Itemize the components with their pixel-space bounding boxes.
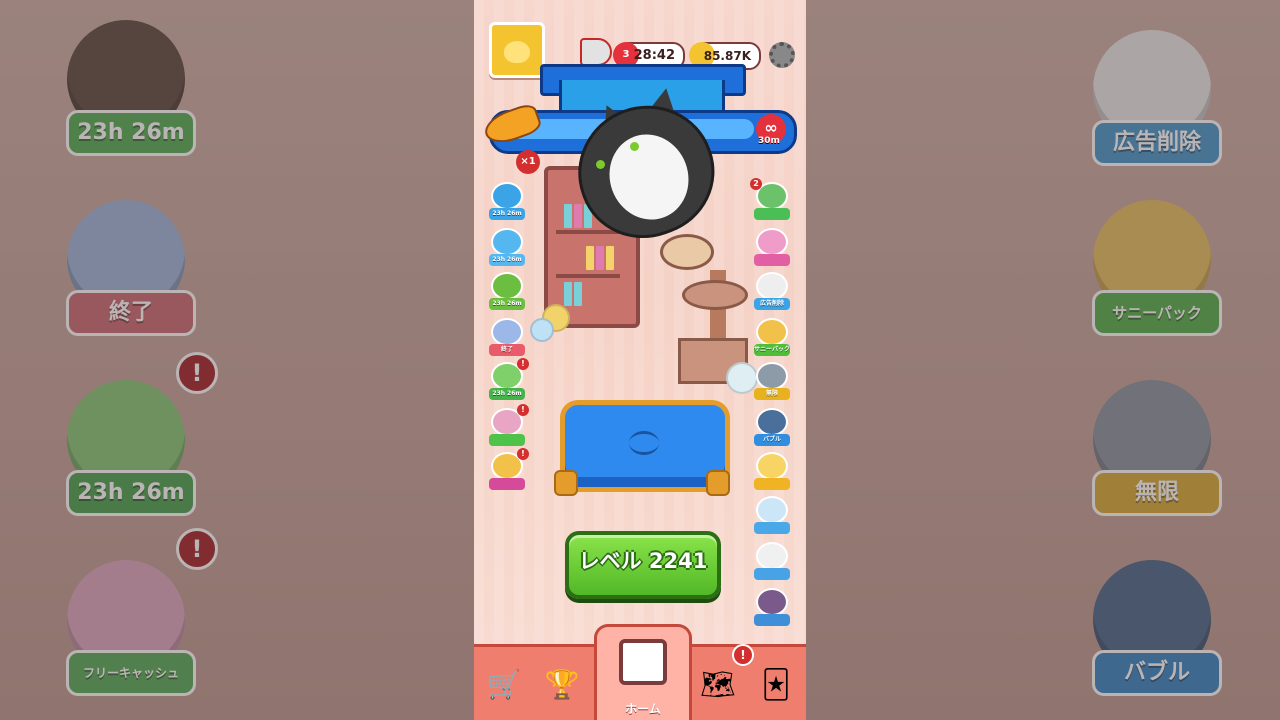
backdrop-right: 広告削除 サニーパック 無限 バブル <box>806 0 1280 720</box>
offer-label <box>754 208 790 220</box>
event-label: 23h 26m <box>489 208 525 220</box>
offer-label <box>754 478 790 490</box>
yarn-ball-blue <box>530 318 554 342</box>
cushion-leg <box>706 470 730 496</box>
event-label: 23h 26m <box>489 388 525 400</box>
alert-badge: ! <box>517 404 529 416</box>
megaphone-icon[interactable] <box>580 38 612 66</box>
offer-label <box>754 614 790 626</box>
count-badge: 2 <box>750 178 762 190</box>
home-tab[interactable]: ホーム <box>594 624 692 720</box>
event-icon-4[interactable]: 終了 <box>489 318 525 356</box>
offer-icon-10[interactable] <box>754 588 790 626</box>
offer-icon-7[interactable] <box>754 452 790 490</box>
offer-icon-1[interactable]: 2 <box>750 178 790 220</box>
trophy-icon[interactable]: 🏆 <box>534 653 590 717</box>
black-cat-character[interactable] <box>558 85 733 257</box>
offer-icon-9[interactable] <box>754 542 790 580</box>
offer-icon-8[interactable] <box>754 496 790 534</box>
fish-count: ×1 <box>516 150 540 174</box>
alert-badge: ! <box>517 358 529 370</box>
offer-icon-5[interactable]: 無限 <box>754 362 790 400</box>
event-label: 終了 <box>489 344 525 356</box>
home-icon <box>619 639 667 685</box>
cards-icon[interactable]: 🃏 <box>748 653 804 717</box>
game-screen: 3 28:42 85.87K ×1 ∞ 30m レベル 2241 23h 26m… <box>474 0 806 720</box>
level-button[interactable]: レベル 2241 <box>565 531 721 599</box>
map-alert-badge: ! <box>732 644 754 666</box>
offer-label: バブル <box>754 434 790 446</box>
settings-gear-icon[interactable] <box>769 42 795 68</box>
backdrop-left: 23h 26m 終了 23h 26m ! フリーキャッシュ ! <box>0 0 474 720</box>
event-label: 23h 26m <box>489 254 525 266</box>
event-icon-1[interactable]: 23h 26m <box>489 182 525 220</box>
alert-badge: ! <box>517 448 529 460</box>
infinite-time: 30m <box>758 136 780 146</box>
event-label <box>489 478 525 490</box>
offer-label: 広告削除 <box>754 298 790 310</box>
event-icon-5[interactable]: 23h 26m ! <box>489 358 529 400</box>
offer-icon-6[interactable]: バブル <box>754 408 790 446</box>
offer-label <box>754 254 790 266</box>
offer-label <box>754 568 790 580</box>
event-label: 23h 26m <box>489 298 525 310</box>
cat-tower-platform <box>682 280 748 310</box>
event-icon-3[interactable]: 23h 26m <box>489 272 525 310</box>
player-avatar[interactable] <box>489 22 545 78</box>
cat-cushion[interactable] <box>560 400 730 492</box>
event-label <box>489 434 525 446</box>
event-icon-6[interactable]: ! <box>489 404 529 446</box>
home-label: ホーム <box>625 702 661 716</box>
event-icon-2[interactable]: 23h 26m <box>489 228 525 266</box>
offer-label <box>754 522 790 534</box>
offer-label: 無限 <box>754 388 790 400</box>
shop-cart-icon[interactable]: 🛒 <box>476 653 532 717</box>
cushion-leg <box>554 470 578 496</box>
offer-icon-2[interactable] <box>754 228 790 266</box>
event-icon-7[interactable]: ! <box>489 448 529 490</box>
offer-label: サニーパック <box>754 344 790 356</box>
offer-icon-3[interactable]: 広告削除 <box>754 272 790 310</box>
offer-icon-4[interactable]: サニーパック <box>754 318 790 356</box>
